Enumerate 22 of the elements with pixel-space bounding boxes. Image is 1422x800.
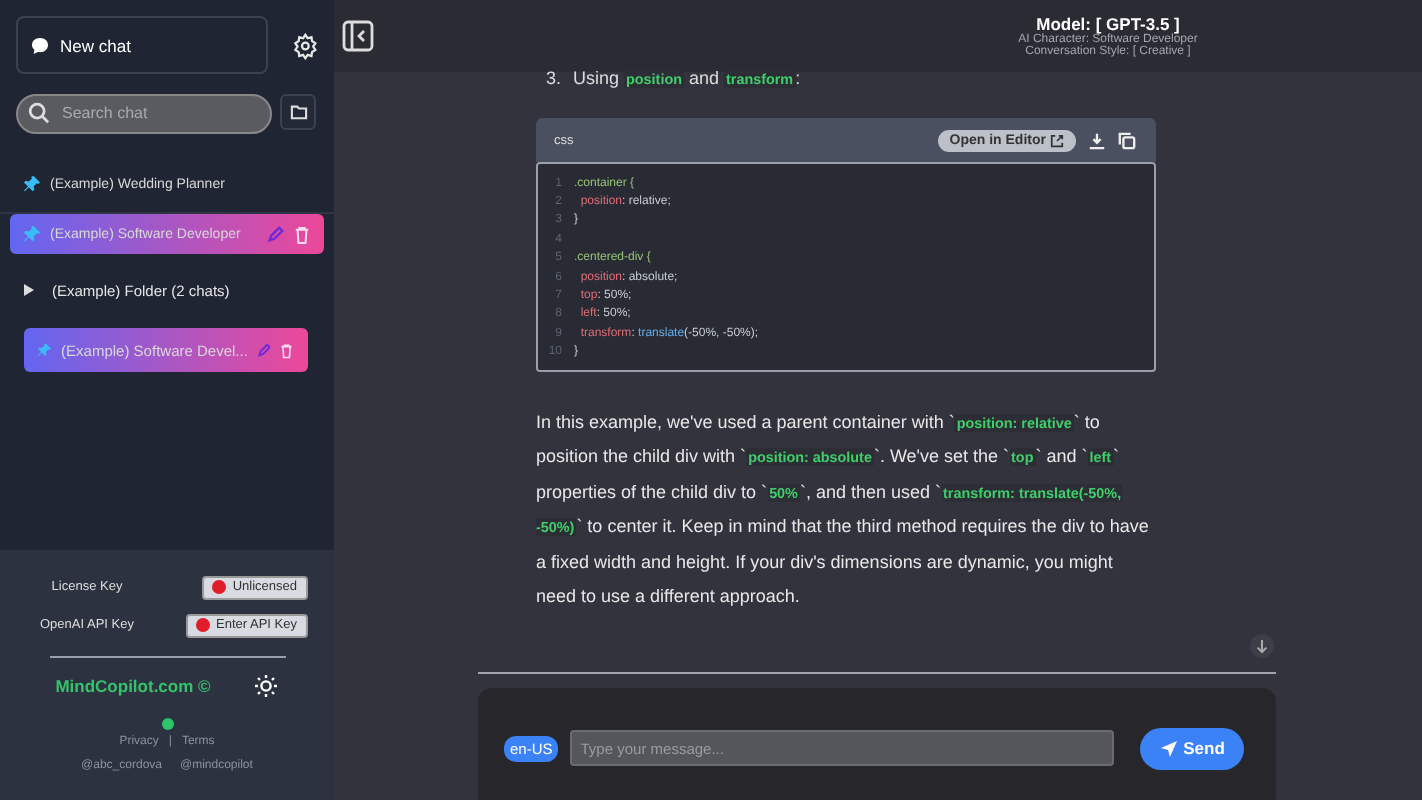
delete-icon[interactable] — [294, 225, 310, 243]
copy-icon[interactable] — [1118, 131, 1136, 149]
settings-icon[interactable] — [291, 31, 318, 59]
folder-icon — [289, 104, 307, 120]
status-dot — [161, 718, 173, 730]
new-chat-button[interactable]: New chat — [16, 16, 268, 74]
scroll-down-icon[interactable] — [1250, 634, 1274, 658]
chat-bubble-icon — [30, 35, 50, 55]
search-field[interactable]: Search chat — [16, 93, 272, 133]
send-icon — [1159, 739, 1178, 757]
delete-icon[interactable] — [280, 341, 295, 359]
caret-icon[interactable] — [24, 284, 34, 296]
external-link-icon — [1050, 133, 1064, 147]
model-title: Model: [ GPT-3.5 ] — [1036, 14, 1180, 34]
sidebar-toggle-icon[interactable] — [342, 20, 374, 52]
download-icon[interactable] — [1088, 131, 1106, 149]
send-button[interactable]: Send — [1140, 727, 1244, 769]
new-folder-button[interactable] — [280, 94, 316, 130]
brand-link[interactable]: MindCopilot.com © — [55, 676, 211, 696]
sun-icon[interactable] — [254, 674, 279, 698]
list-number: 3. — [546, 68, 562, 88]
search-icon — [28, 101, 50, 123]
